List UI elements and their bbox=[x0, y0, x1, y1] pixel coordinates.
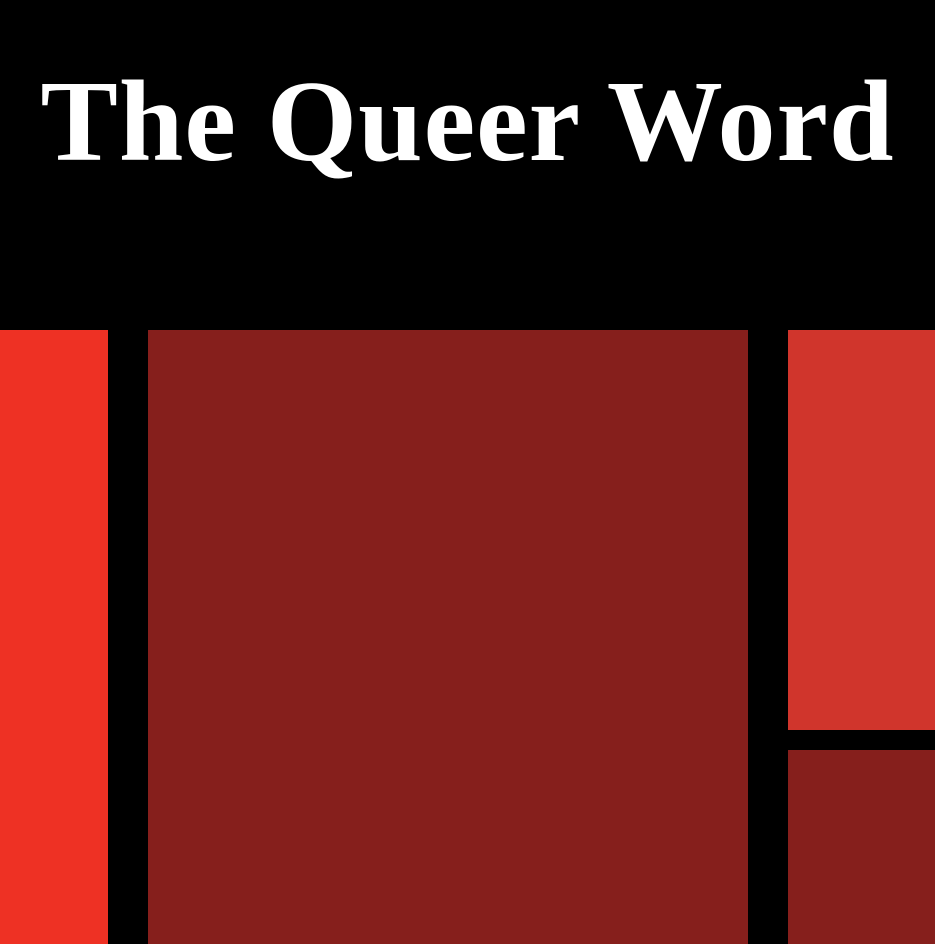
center-dark-red-block bbox=[148, 330, 748, 944]
right-top-red-block bbox=[788, 330, 935, 730]
left-red-block bbox=[0, 330, 108, 944]
page-title: The Queer Word bbox=[40, 58, 895, 186]
right-bottom-dark-red-block bbox=[788, 750, 935, 944]
